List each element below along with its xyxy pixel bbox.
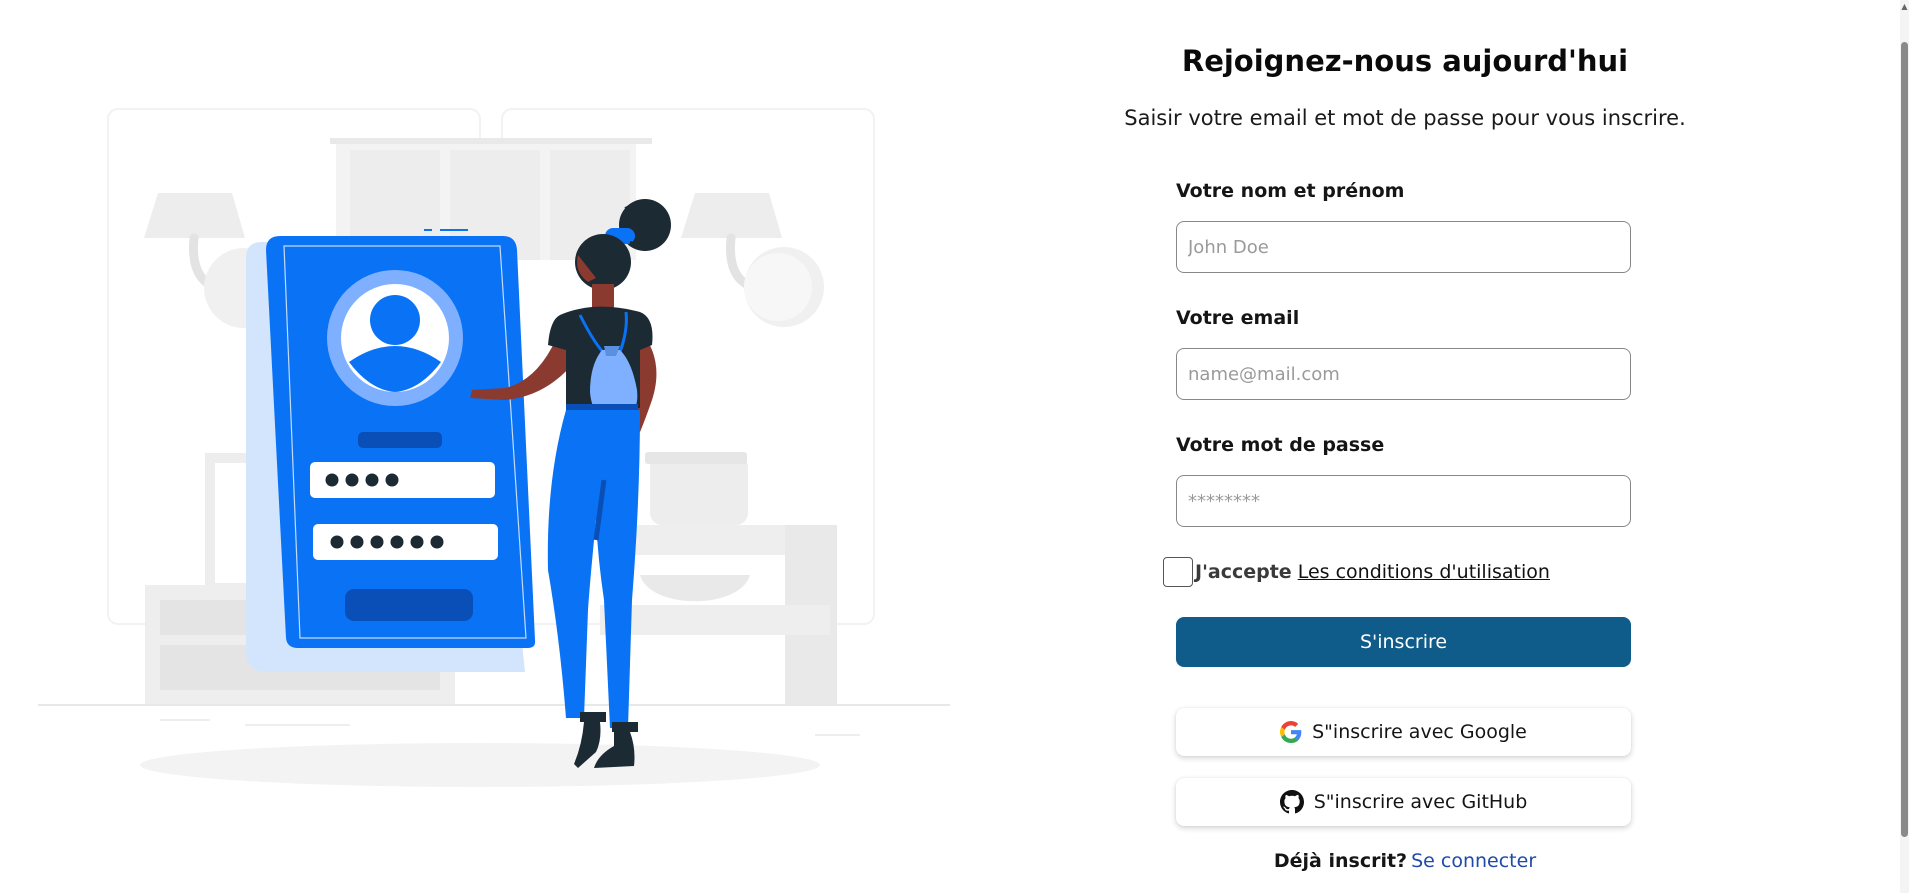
- login-prefix: Déjà inscrit?: [1273, 850, 1408, 872]
- terms-row: J'accepte Les conditions d'utilisation: [1163, 557, 1550, 587]
- signup-form: Rejoignez-nous aujourd'hui Saisir votre …: [1100, 0, 1710, 893]
- login-link[interactable]: Se connecter: [1411, 850, 1536, 872]
- signup-illustration: [0, 0, 1020, 893]
- password-label: Votre mot de passe: [1176, 434, 1385, 456]
- sign-up-illustration: [38, 108, 950, 787]
- terms-link[interactable]: Les conditions d'utilisation: [1298, 561, 1550, 583]
- page-title: Rejoignez-nous aujourd'hui: [1181, 44, 1629, 78]
- google-icon: [1280, 721, 1302, 743]
- password-input[interactable]: [1176, 475, 1631, 527]
- github-signup-button[interactable]: S"inscrire avec GitHub: [1176, 778, 1631, 826]
- scrollbar-thumb[interactable]: [1901, 42, 1908, 837]
- page-subtitle: Saisir votre email et mot de passe pour …: [1124, 106, 1686, 130]
- github-signup-label: S"inscrire avec GitHub: [1313, 791, 1528, 813]
- signup-page: Rejoignez-nous aujourd'hui Saisir votre …: [0, 0, 1909, 893]
- scroll-up-arrow-icon[interactable]: ▲: [1900, 0, 1909, 12]
- email-label: Votre email: [1176, 307, 1300, 329]
- terms-checkbox[interactable]: [1163, 557, 1193, 587]
- signup-button[interactable]: S'inscrire: [1176, 617, 1631, 667]
- vertical-scrollbar[interactable]: ▲: [1900, 0, 1909, 893]
- github-icon: [1279, 790, 1304, 814]
- name-label: Votre nom et prénom: [1176, 180, 1405, 202]
- google-signup-button[interactable]: S"inscrire avec Google: [1176, 708, 1631, 756]
- terms-prefix: J'accepte: [1195, 561, 1292, 583]
- google-signup-label: S"inscrire avec Google: [1312, 721, 1527, 743]
- login-row: Déjà inscrit? Se connecter: [1100, 850, 1710, 872]
- email-input[interactable]: [1176, 348, 1631, 400]
- name-input[interactable]: [1176, 221, 1631, 273]
